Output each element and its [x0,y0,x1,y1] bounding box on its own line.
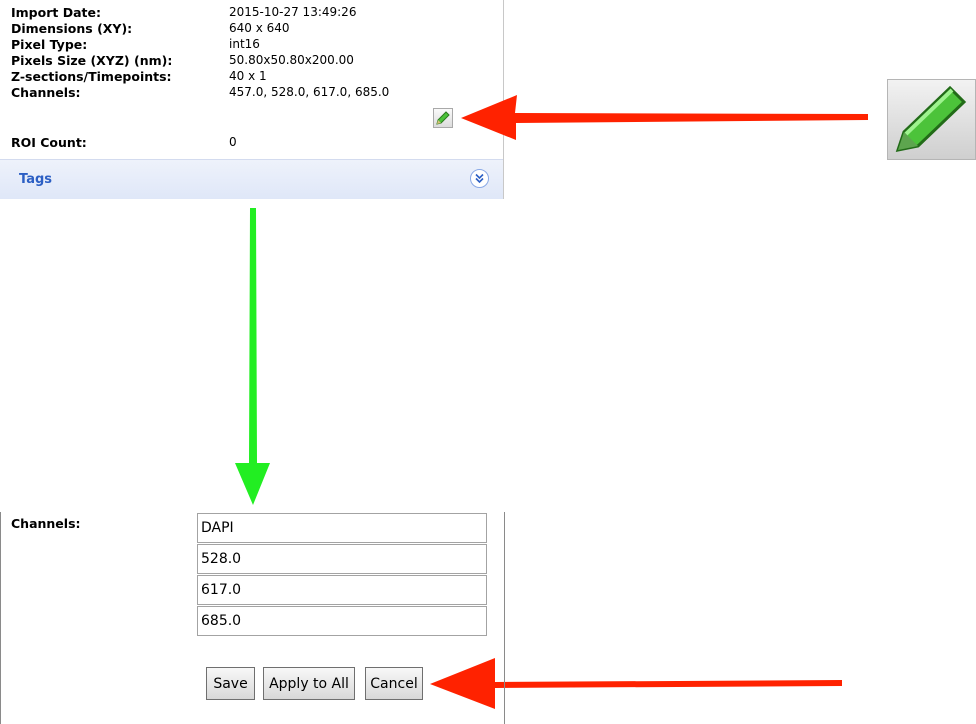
channel-name-input-1[interactable] [197,513,487,543]
channel-name-input-4[interactable] [197,606,487,636]
channel-name-input-3[interactable] [197,575,487,605]
cancel-button[interactable]: Cancel [365,667,423,700]
save-button[interactable]: Save [206,667,255,700]
channel-name-input-2[interactable] [197,544,487,574]
red-arrow-to-edit-button [461,95,868,140]
apply-to-all-button[interactable]: Apply to All [263,667,355,700]
channels-editor-label: Channels: [11,516,81,531]
green-arrow-down [235,208,270,505]
